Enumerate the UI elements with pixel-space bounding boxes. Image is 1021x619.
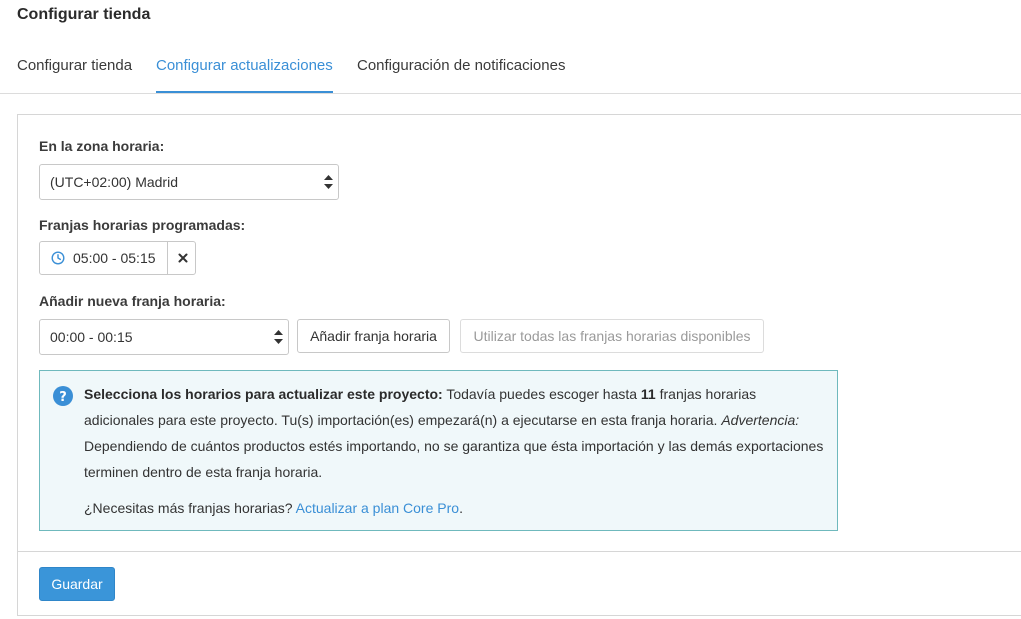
tab-configuracion-notificaciones[interactable]: Configuración de notificaciones — [357, 44, 565, 91]
info-count: 11 — [640, 386, 656, 402]
clock-icon — [51, 251, 65, 265]
page-title: Configurar tienda — [17, 6, 151, 23]
info-text: Selecciona los horarios para actualizar … — [84, 381, 824, 485]
new-slot-select[interactable]: 00:00 - 00:15 — [39, 319, 289, 355]
scheduled-slot-chip: 05:00 - 05:15 — [39, 241, 196, 275]
upgrade-plan-link[interactable]: Actualizar a plan Core Pro — [296, 500, 459, 516]
info-upgrade-line: ¿Necesitas más franjas horarias? Actuali… — [84, 495, 463, 521]
info-warning-text: Dependiendo de cuántos productos estés i… — [84, 438, 824, 480]
tab-configurar-tienda[interactable]: Configurar tienda — [17, 44, 132, 91]
settings-panel: En la zona horaria: (UTC+02:00) Madrid F… — [17, 114, 1021, 616]
new-slot-select-value: 00:00 - 00:15 — [50, 329, 133, 345]
chip-divider — [167, 242, 168, 274]
timezone-label: En la zona horaria: — [39, 138, 165, 154]
info-more-suffix: . — [459, 500, 463, 516]
info-warning-label: Advertencia: — [721, 412, 800, 428]
svg-text:?: ? — [59, 390, 67, 405]
tab-bar: Configurar tienda Configurar actualizaci… — [0, 44, 1021, 94]
add-slot-label: Añadir nueva franja horaria: — [39, 293, 226, 309]
scheduled-slot-time: 05:00 - 05:15 — [73, 250, 156, 266]
timezone-select-value: (UTC+02:00) Madrid — [50, 174, 178, 190]
question-circle-icon: ? — [53, 386, 73, 406]
use-all-slots-button[interactable]: Utilizar todas las franjas horarias disp… — [460, 319, 764, 353]
select-arrows-icon — [324, 175, 333, 189]
info-heading: Selecciona los horarios para actualizar … — [84, 386, 443, 402]
scheduled-slots-label: Franjas horarias programadas: — [39, 217, 246, 233]
timezone-select[interactable]: (UTC+02:00) Madrid — [39, 164, 339, 200]
select-arrows-icon — [274, 330, 283, 344]
add-slot-button[interactable]: Añadir franja horaria — [297, 319, 450, 353]
save-button[interactable]: Guardar — [39, 567, 115, 601]
info-box: ? Selecciona los horarios para actualiza… — [39, 370, 838, 531]
info-text-part1: Todavía puedes escoger hasta — [442, 386, 641, 402]
close-icon — [178, 253, 187, 263]
tab-configurar-actualizaciones[interactable]: Configurar actualizaciones — [156, 44, 333, 93]
info-more-prefix: ¿Necesitas más franjas horarias? — [84, 500, 296, 516]
footer-divider — [18, 551, 1021, 552]
remove-slot-button[interactable] — [169, 242, 196, 274]
